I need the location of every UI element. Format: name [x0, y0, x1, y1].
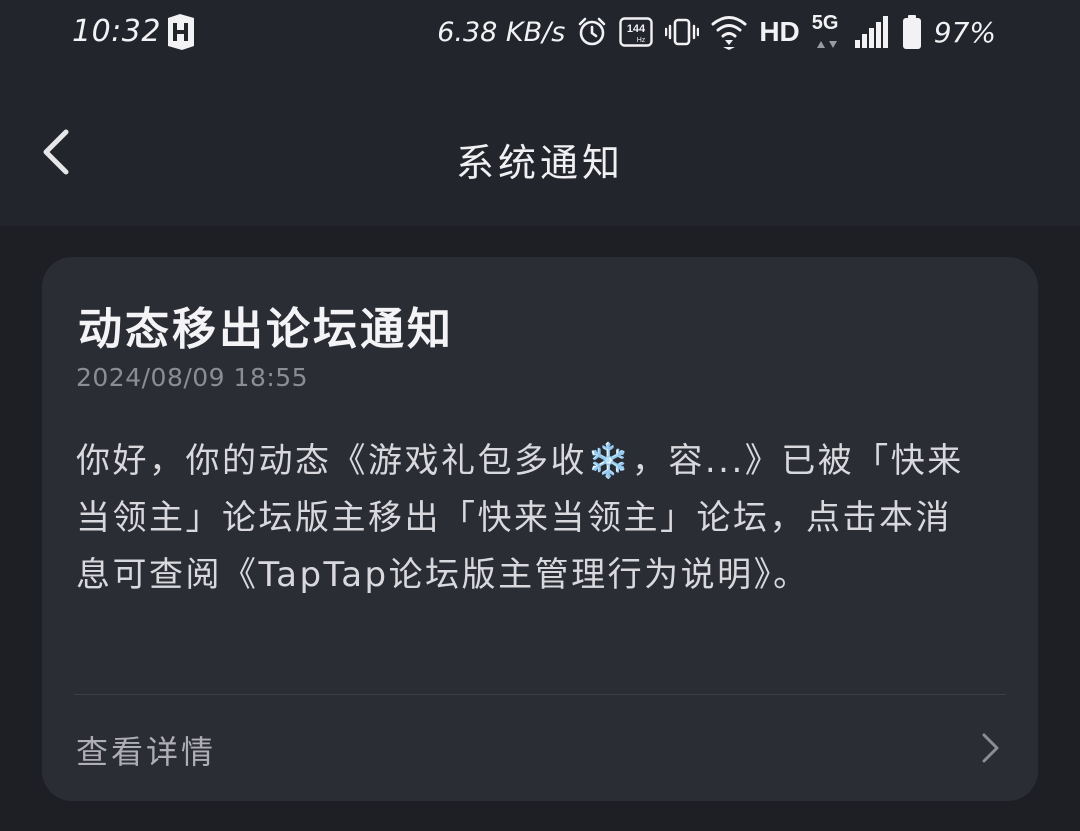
view-details-row[interactable]: 查看详情	[42, 695, 1038, 801]
network-type-indicator: 5G	[812, 12, 842, 52]
app-logo-icon	[168, 14, 194, 50]
system-notification-screen: 10:32 6.38 KB/s 144 Hz HD 5G 97% 系统通知 动态…	[0, 0, 1080, 831]
status-time: 10:32	[72, 14, 161, 49]
network-type-label: 5G	[811, 12, 839, 34]
notification-title: 动态移出论坛通知	[78, 304, 454, 355]
view-details-label: 查看详情	[76, 733, 217, 771]
wifi-icon	[711, 16, 747, 50]
hd-voice-badge: HD	[759, 16, 800, 47]
status-right-group: 6.38 KB/s 144 Hz HD 5G 97%	[437, 12, 996, 52]
page-header: 系统通知	[0, 90, 1080, 216]
refresh-rate-icon: 144 Hz	[619, 17, 654, 47]
status-bar: 10:32 6.38 KB/s 144 Hz HD 5G 97%	[0, 0, 1080, 66]
alarm-icon	[579, 17, 606, 46]
data-arrows-icon	[816, 41, 837, 48]
network-speed: 6.38 KB/s	[437, 16, 566, 48]
notification-card[interactable]: 动态移出论坛通知 2024/08/09 18:55 你好，你的动态《游戏礼包多收…	[42, 257, 1038, 801]
vibrate-icon	[665, 18, 700, 46]
battery-percent: 97%	[933, 15, 996, 49]
refresh-rate-unit: Hz	[637, 37, 646, 44]
page-title: 系统通知	[455, 141, 624, 185]
battery-icon	[902, 15, 921, 49]
refresh-rate-value: 144	[627, 23, 646, 35]
signal-strength-icon	[854, 16, 888, 48]
chevron-right-icon	[982, 733, 999, 763]
notification-timestamp: 2024/08/09 18:55	[76, 363, 309, 392]
notification-body: 你好，你的动态《游戏礼包多收❄️，容...》已被「快来当领主」论坛版主移出「快来…	[76, 441, 964, 595]
top-panel: 10:32 6.38 KB/s 144 Hz HD 5G 97% 系统通知	[0, 0, 1080, 226]
